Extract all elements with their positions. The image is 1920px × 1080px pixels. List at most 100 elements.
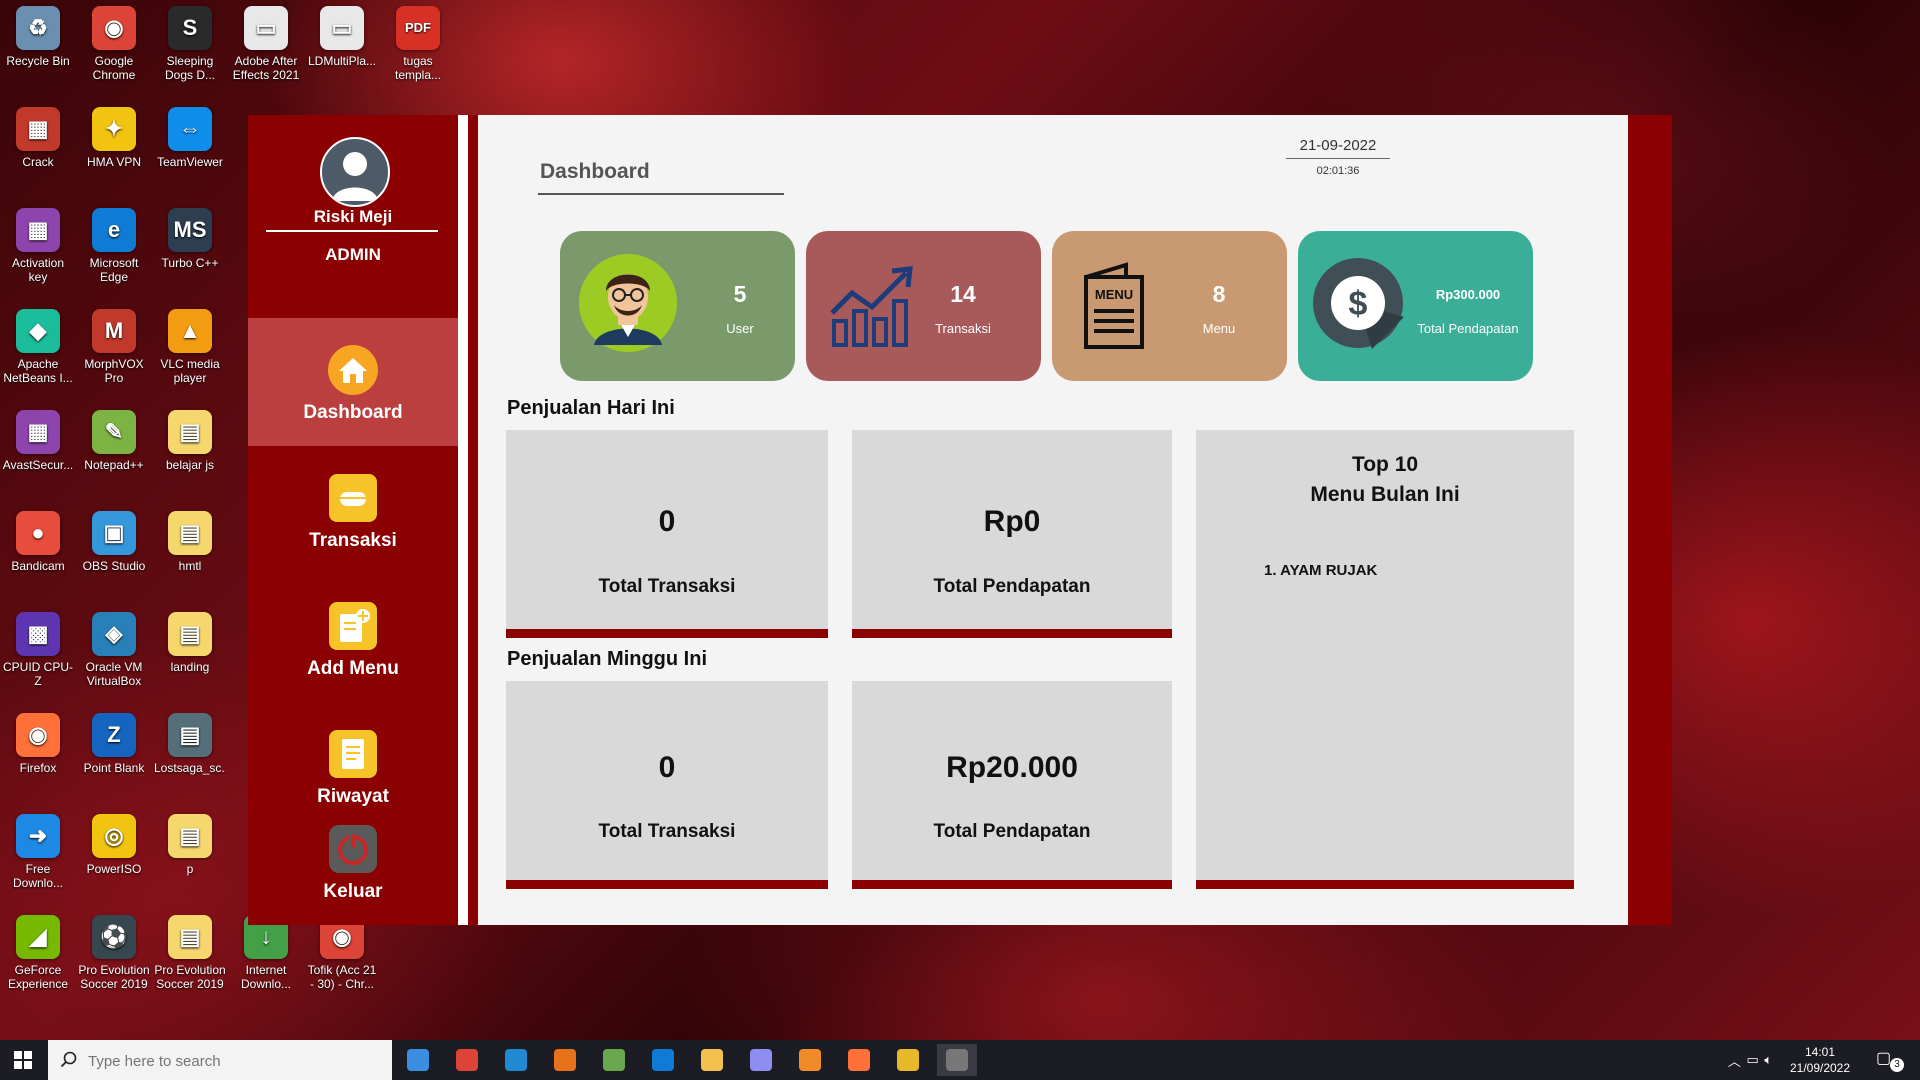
desktop-icon[interactable]: ▤ p [154,814,226,876]
taskbar-app[interactable] [937,1044,977,1076]
nav-add-menu[interactable]: Add Menu [248,574,458,702]
taskbar-app[interactable] [692,1044,732,1076]
card-user[interactable]: 5 User [560,231,795,381]
desktop-icon[interactable]: Z Point Blank [78,713,150,775]
desktop-icon[interactable]: ⚽ Pro Evolution Soccer 2019 [78,915,150,991]
desktop-icon[interactable]: ▤ hmtl [154,511,226,573]
sidebar-divider [458,115,468,925]
app-icon: ◢ [16,915,60,959]
desktop-icon[interactable]: ♻ Recycle Bin [2,6,74,68]
desktop-icon-label: landing [170,660,210,674]
nav-riwayat[interactable]: Riwayat [248,702,458,830]
desktop-icon[interactable]: ✦ HMA VPN [78,107,150,169]
date-label: 21-09-2022 [1299,137,1377,154]
desktop-icon[interactable]: ▩ CPUID CPU-Z [2,612,74,688]
taskbar-app[interactable] [643,1044,683,1076]
desktop-icon[interactable]: ▦ AvastSecur... [2,410,74,472]
app-icon: ▩ [16,612,60,656]
card-value: 14 [950,281,976,307]
taskbar-app[interactable] [839,1044,879,1076]
taskbar-app[interactable] [741,1044,781,1076]
desktop-icon[interactable]: ▤ landing [154,612,226,674]
desktop-icon-label: Lostsaga_sc... [154,761,226,775]
app-icon: ✎ [92,410,136,454]
desktop-icon[interactable]: ◈ Oracle VM VirtualBox [78,612,150,688]
desktop-icon[interactable]: ▤ Lostsaga_sc... [154,713,226,775]
desktop-icon[interactable]: ↓ Internet Downlo... [230,915,302,991]
desktop-icon-label: GeForce Experience [7,963,69,991]
search-input[interactable] [86,1050,380,1072]
desktop-icon-label: Sleeping Dogs D... [164,54,215,82]
app-icon: ▤ [168,713,212,757]
desktop-icon[interactable]: ▭ LDMultiPla... [306,6,378,68]
start-button[interactable] [0,1040,46,1080]
desktop-icon[interactable]: ✎ Notepad++ [78,410,150,472]
desktop-icon[interactable]: ▣ OBS Studio [78,511,150,573]
top10-item: 1. AYAM RUJAK [1264,562,1378,579]
desktop-icon[interactable]: PDF tugas templa... [382,6,454,82]
desktop-icon-label: tugas templa... [394,54,442,82]
desktop-icon[interactable]: ⇔ TeamViewer [154,107,226,169]
nav-dashboard[interactable]: Dashboard [248,318,458,446]
taskbar-app[interactable] [594,1044,634,1076]
section-title-today: Penjualan Hari Ini [507,397,675,419]
desktop-icon[interactable]: ◉ Google Chrome [78,6,150,82]
desktop-icon-label: belajar js [165,458,215,472]
chevron-up-icon[interactable]: ︿ [1728,1051,1741,1070]
taskbar-app[interactable] [790,1044,830,1076]
desktop-icon-label: Point Blank [83,761,145,775]
app-icon: ▤ [168,511,212,555]
taskbar-app[interactable] [888,1044,928,1076]
app-icon: ▤ [168,410,212,454]
nav-keluar[interactable]: Keluar [248,815,458,925]
desktop-icon[interactable]: ▭ Adobe After Effects 2021 [230,6,302,82]
card-value: 8 [1212,281,1226,307]
date-underline [1286,158,1390,159]
taskbar-app[interactable] [496,1044,536,1076]
desktop-icon-label: LDMultiPla... [307,54,377,68]
desktop-icon[interactable]: ◉ Firefox [2,713,74,775]
desktop-icon[interactable]: ▲ VLC media player [154,309,226,385]
taskbar-app[interactable] [398,1044,438,1076]
app-icon: ◉ [16,713,60,757]
desktop-icon[interactable]: e Microsoft Edge [78,208,150,284]
desktop-icon[interactable]: ▤ belajar js [154,410,226,472]
taskbar-search[interactable] [48,1040,392,1080]
card-total-pendapatan[interactable]: $ Rp300.000 Total Pendapatan [1298,231,1533,381]
windows-icon [14,1051,32,1069]
desktop-icon[interactable]: ➜ Free Downlo... [2,814,74,890]
taskbar-clock[interactable]: 14:01 21/09/2022 [1770,1044,1870,1076]
desktop-icon[interactable]: ▦ Crack [2,107,74,169]
taskbar-app[interactable] [447,1044,487,1076]
notification-count: 3 [1890,1058,1904,1072]
spreadsheet-icon [603,1049,625,1071]
app-icon: ➜ [16,814,60,858]
desktop-icon[interactable]: ◆ Apache NetBeans I... [2,309,74,385]
card-value: 5 [733,281,747,307]
nav-transaksi[interactable]: Transaksi [248,446,458,574]
desktop-icon[interactable]: ▤ Pro Evolution Soccer 2019 [154,915,226,991]
card-menu[interactable]: MENU 8 Menu [1052,231,1287,381]
desktop-icon[interactable]: S Sleeping Dogs D... [154,6,226,82]
desktop-icon[interactable]: ◉ Tofik (Acc 21 - 30) - Chr... [306,915,378,991]
desktop-icon[interactable]: ● Bandicam [2,511,74,573]
desktop-icon-label: HMA VPN [86,155,141,169]
app-icon: MS [168,208,212,252]
card-transaksi[interactable]: 14 Transaksi [806,231,1041,381]
desktop-icon[interactable]: ▦ Activation key [2,208,74,284]
notification-icon[interactable]: ▢ 3 [1876,1048,1904,1072]
desktop-icon-label: OBS Studio [82,559,146,573]
week-pendapatan-value: Rp20.000 [946,751,1078,784]
desktop-icon[interactable]: MS Turbo C++ [154,208,226,270]
today-transaksi-box: 0 Total Transaksi [506,430,828,638]
vscode-icon [505,1049,527,1071]
java-app-icon [946,1049,968,1071]
network-icon[interactable]: ▭ [1746,1052,1758,1068]
desktop-icon[interactable]: ◢ GeForce Experience [2,915,74,991]
desktop-icon[interactable]: M MorphVOX Pro [78,309,150,385]
loop-icon [750,1049,772,1071]
desktop-icon[interactable]: ◎ PowerISO [78,814,150,876]
desktop-icon-label: MorphVOX Pro [84,357,144,385]
desktop-icon-label: p [186,862,194,876]
taskbar-app[interactable] [545,1044,585,1076]
